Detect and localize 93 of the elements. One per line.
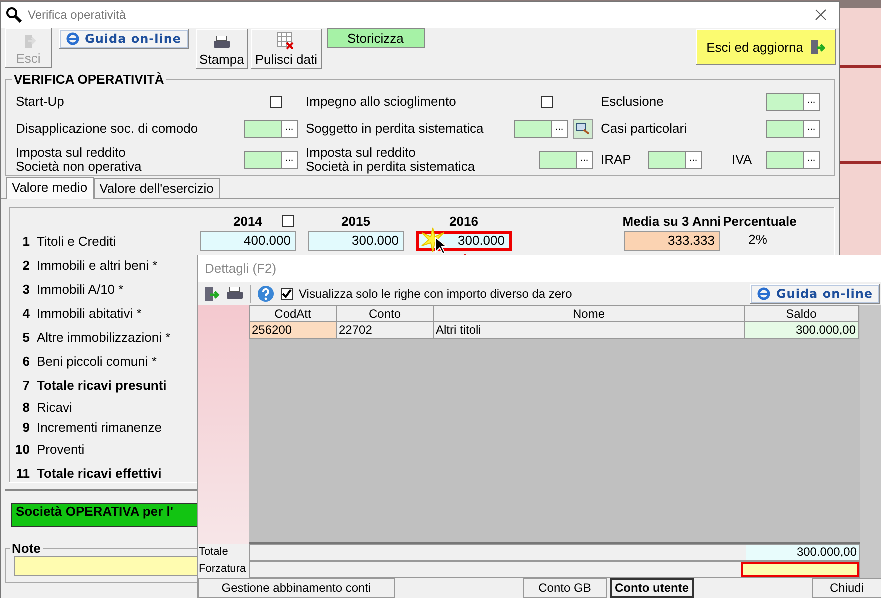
- checkbox[interactable]: [282, 215, 294, 227]
- field-label: IRAP: [601, 153, 632, 167]
- picker-field[interactable]: ...: [766, 93, 820, 111]
- magnifier-icon: [6, 7, 22, 23]
- dialog-button[interactable]: Gestione abbinamento conti: [198, 578, 395, 598]
- field-label: Impegno allo scioglimento: [306, 95, 458, 109]
- table-cell: 256200: [250, 322, 336, 338]
- row-label: Altre immobilizzazioni *: [37, 330, 171, 344]
- field-label: IVA: [732, 153, 752, 167]
- picker-field[interactable]: ...: [766, 151, 820, 169]
- field-label: Soggetto in perdita sistematica: [306, 122, 485, 136]
- dialog-button[interactable]: Conto GB: [523, 578, 607, 598]
- field-label: Imposta sul reddito Società in perdita sistematica: [306, 146, 476, 174]
- printer-icon[interactable]: [226, 286, 244, 301]
- picker-field[interactable]: ...: [244, 120, 298, 138]
- row-label: Immobili e altri beni *: [37, 258, 158, 272]
- row-label: Proventi: [37, 442, 85, 456]
- row-number: 9: [22, 420, 30, 434]
- row-number: 11: [15, 466, 30, 480]
- exit-update-button[interactable]: Esci ed aggiorna: [696, 29, 836, 65]
- picker-field[interactable]: ...: [539, 151, 593, 169]
- clear-data-button[interactable]: Pulisci dati: [251, 29, 322, 69]
- checkbox[interactable]: [541, 96, 553, 108]
- row-label: Totale ricavi presunti: [37, 378, 167, 392]
- column-header: 2014: [234, 214, 262, 229]
- picker-field[interactable]: ...: [244, 151, 298, 169]
- row-label: Ricavi: [37, 400, 72, 414]
- value-field[interactable]: 400.000: [200, 231, 296, 251]
- row-label: Incrementi rimanenze: [37, 420, 162, 434]
- window-title: Verifica operatività: [28, 8, 126, 22]
- row-label: Immobili A/10 *: [37, 282, 124, 296]
- override-label: Forzatura: [198, 562, 248, 577]
- door-exit-icon: [809, 39, 826, 55]
- close-icon[interactable]: [815, 9, 827, 21]
- row-number: 2: [22, 258, 30, 272]
- percentage-text: 2%: [748, 231, 768, 249]
- printer-icon: [212, 36, 231, 50]
- row-number: 5: [22, 330, 30, 344]
- filter-label: Visualizza solo le righe con importo diverso da zero: [299, 286, 572, 301]
- column-header: Nome: [434, 306, 744, 322]
- row-label: Titoli e Crediti: [37, 234, 116, 248]
- checkbox[interactable]: [270, 96, 282, 108]
- archive-button[interactable]: Storicizza: [326, 28, 425, 48]
- row-number: 8: [22, 400, 30, 414]
- tab[interactable]: Valore dell'esercizio: [94, 178, 220, 198]
- row-number: 7: [22, 378, 30, 392]
- row-label: Totale ricavi effettivi: [37, 466, 162, 480]
- dialog-title: Dettagli (F2): [205, 261, 277, 276]
- online-help-button[interactable]: Guida on-line: [59, 29, 189, 49]
- field-label: Start-Up: [16, 95, 66, 109]
- column-header: Media su 3 Anni: [622, 214, 722, 229]
- checkbox[interactable]: [281, 288, 293, 300]
- row-number: 4: [22, 306, 30, 320]
- row-number: 1: [22, 234, 30, 248]
- tab[interactable]: Valore medio: [6, 177, 94, 199]
- picker-field[interactable]: ...: [514, 120, 568, 138]
- dialog-button[interactable]: Conto utente: [610, 578, 694, 598]
- export-icon[interactable]: [204, 286, 220, 302]
- field-label: Esclusione: [601, 95, 665, 109]
- value-field[interactable]: 300.000: [308, 231, 404, 251]
- field-label: Disapplicazione soc. di comodo: [16, 122, 200, 136]
- table-cell: 300.000,00: [744, 322, 858, 338]
- group-title: Note: [11, 541, 42, 556]
- browser-icon: [66, 32, 80, 46]
- field-label: Casi particolari: [601, 122, 688, 136]
- column-header: Saldo: [744, 306, 858, 322]
- row-number: 3: [22, 282, 30, 296]
- field-label: Imposta sul reddito Società non operativa: [16, 146, 143, 174]
- override-field[interactable]: [741, 562, 859, 577]
- grid-delete-icon: [277, 32, 296, 50]
- total-label: Totale: [198, 545, 230, 560]
- column-header: 2016: [450, 214, 478, 229]
- value-field: 333.333: [624, 231, 720, 251]
- total-value: 300.000,00: [746, 545, 859, 560]
- group-title: VERIFICA OPERATIVITÀ: [13, 72, 166, 87]
- column-header: 2015: [342, 214, 370, 229]
- row-number: 10: [14, 442, 30, 456]
- browser-icon: [757, 286, 772, 301]
- row-number: 6: [22, 354, 30, 368]
- dialog-button[interactable]: Chiudi: [812, 578, 881, 598]
- online-help-button[interactable]: Guida on-line: [750, 284, 880, 304]
- print-button[interactable]: Stampa: [196, 29, 248, 69]
- help-icon[interactable]: [257, 284, 275, 303]
- row-label: Beni piccoli comuni *: [37, 354, 157, 368]
- column-header: Conto: [336, 306, 434, 322]
- column-header: Percentuale: [723, 214, 797, 229]
- search-button[interactable]: [573, 119, 593, 139]
- table-cell: 22702: [336, 322, 434, 338]
- picker-field[interactable]: ...: [766, 120, 820, 138]
- picker-field[interactable]: ...: [648, 151, 702, 169]
- column-header: CodAtt: [250, 306, 336, 322]
- table-cell: Altri titoli: [434, 322, 744, 338]
- row-label: Immobili abitativi *: [37, 306, 142, 320]
